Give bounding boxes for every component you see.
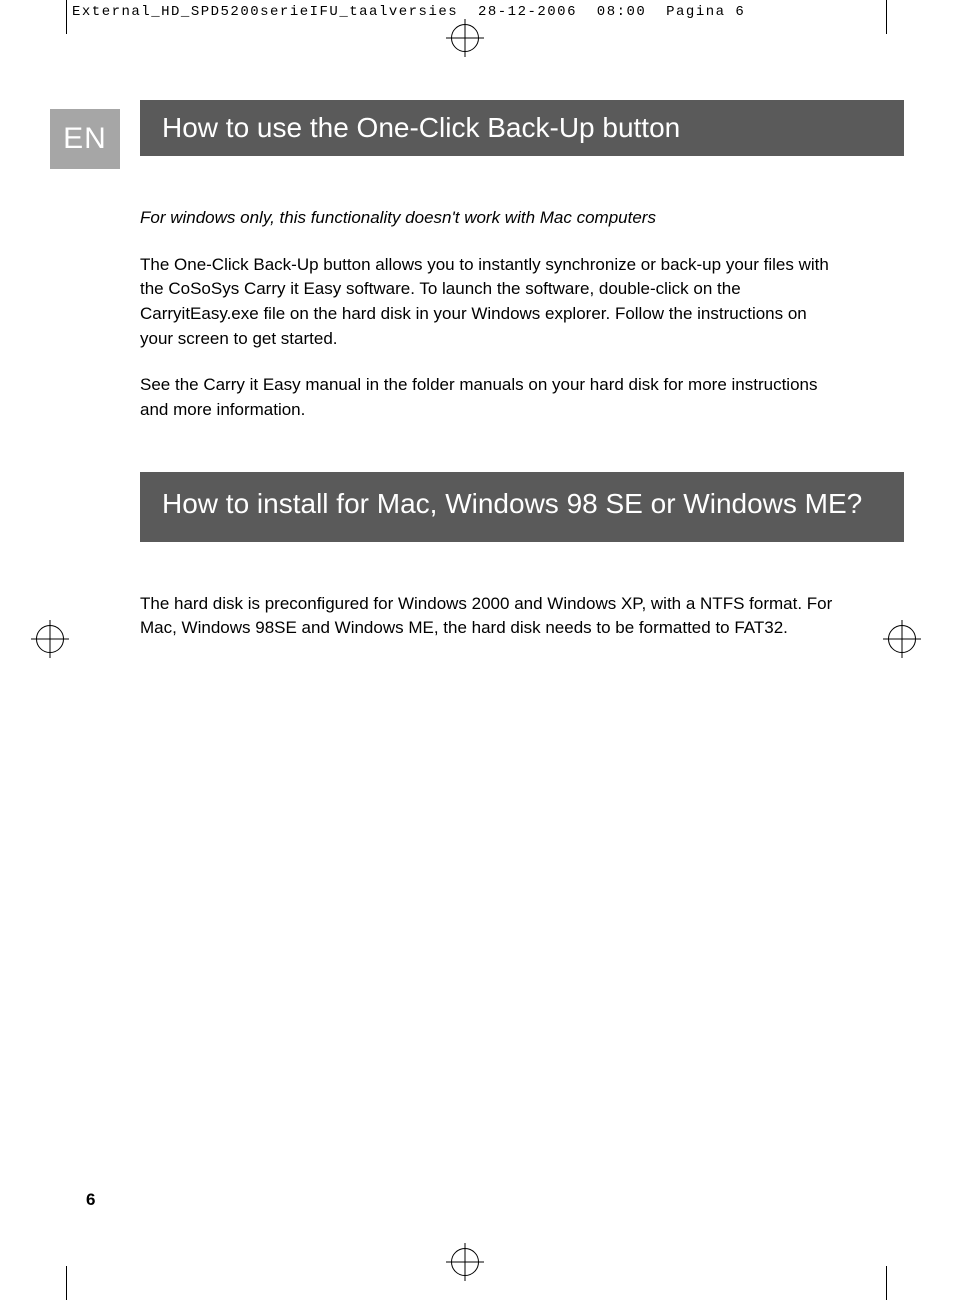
header-filename: External_HD_SPD5200serieIFU_taalversies [72, 4, 458, 20]
section-title-1: How to use the One-Click Back-Up button [140, 100, 904, 156]
page-content: EN How to use the One-Click Back-Up butt… [50, 100, 904, 663]
crop-mark [886, 1266, 887, 1300]
header-pagina: Pagina 6 [666, 4, 745, 20]
registration-mark-icon [451, 24, 479, 52]
section2-paragraph1: The hard disk is preconfigured for Windo… [140, 592, 844, 641]
header-time: 08:00 [597, 4, 647, 20]
crop-mark [66, 0, 67, 34]
print-header: External_HD_SPD5200serieIFU_taalversies … [72, 4, 745, 20]
registration-mark-icon [451, 1248, 479, 1276]
section-title-2: How to install for Mac, Windows 98 SE or… [140, 472, 904, 541]
crop-mark [886, 0, 887, 34]
header-date: 28-12-2006 [478, 4, 577, 20]
section1-paragraph2: See the Carry it Easy manual in the fold… [140, 373, 844, 422]
section1-paragraph1: The One-Click Back-Up button allows you … [140, 253, 844, 352]
crop-mark [66, 1266, 67, 1300]
windows-only-note: For windows only, this functionality doe… [140, 206, 844, 231]
page-number: 6 [86, 1190, 95, 1210]
language-badge: EN [50, 109, 120, 169]
